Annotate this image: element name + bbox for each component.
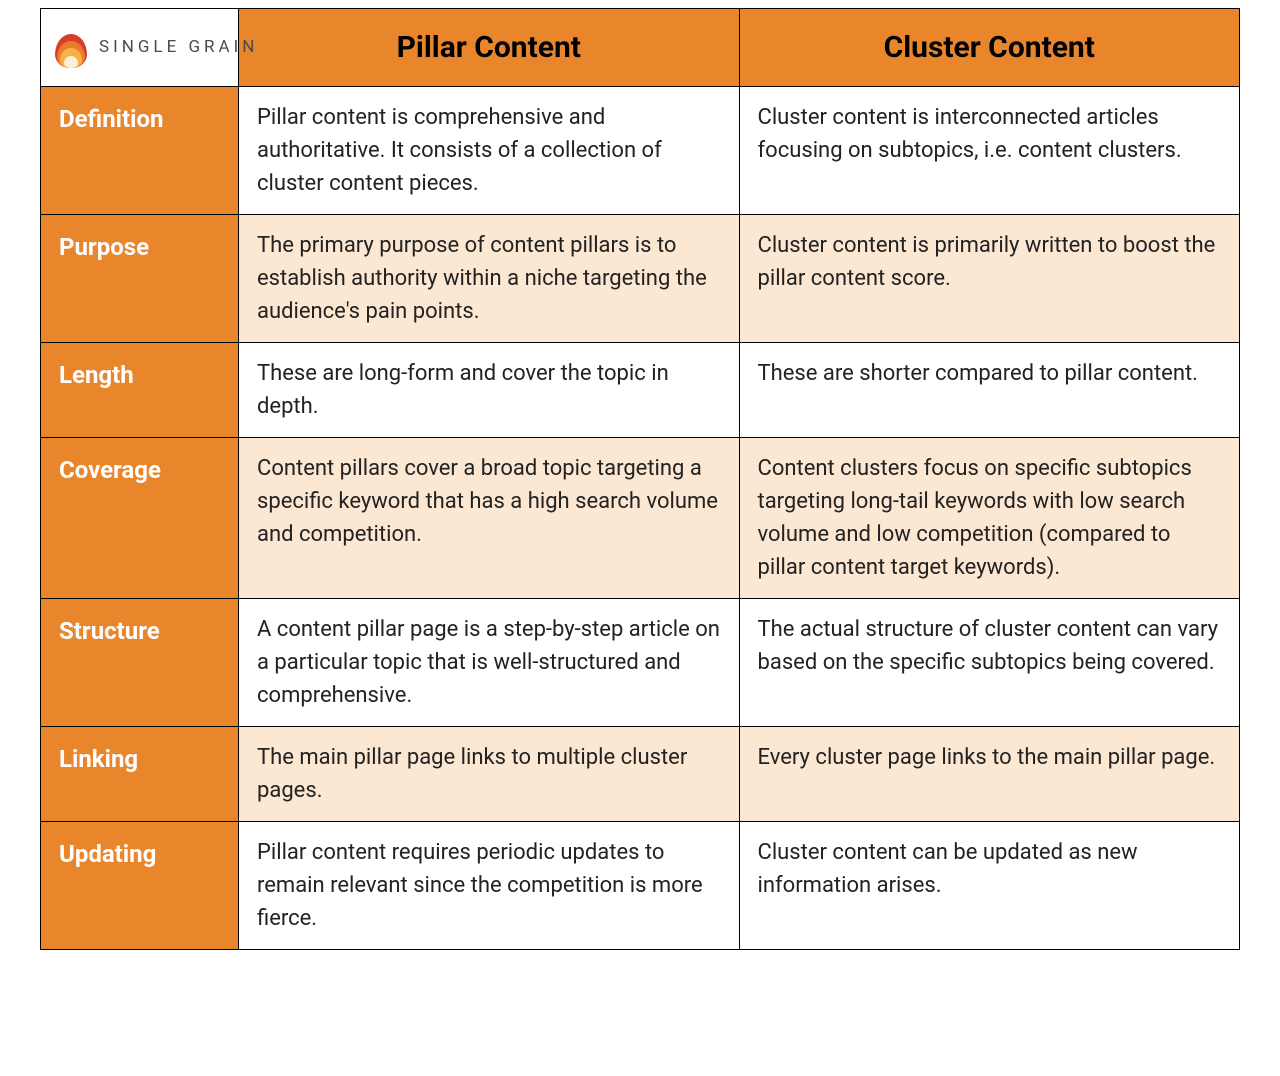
row-label: Structure [41,599,239,727]
cell-cluster: Cluster content is primarily written to … [739,215,1240,343]
cell-cluster: Cluster content is interconnected articl… [739,87,1240,215]
cell-cluster: Every cluster page links to the main pil… [739,727,1240,822]
cell-cluster: The actual structure of cluster content … [739,599,1240,727]
cell-cluster: Content clusters focus on specific subto… [739,438,1240,599]
table-row: Purpose The primary purpose of content p… [41,215,1240,343]
cell-cluster: Cluster content can be updated as new in… [739,822,1240,950]
table-row: Updating Pillar content requires periodi… [41,822,1240,950]
brand: SINGLE GRAIN [41,16,238,80]
cell-pillar: Pillar content requires periodic updates… [239,822,740,950]
brand-name: SINGLE GRAIN [99,35,258,61]
col-header-pillar: Pillar Content [239,9,740,87]
row-label: Coverage [41,438,239,599]
row-label: Purpose [41,215,239,343]
table-body: Definition Pillar content is comprehensi… [41,87,1240,950]
row-label: Definition [41,87,239,215]
table-header-row: SINGLE GRAIN Pillar Content Cluster Cont… [41,9,1240,87]
comparison-table: SINGLE GRAIN Pillar Content Cluster Cont… [40,8,1240,950]
cell-cluster: These are shorter compared to pillar con… [739,343,1240,438]
single-grain-logo-icon [55,28,87,68]
table-row: Structure A content pillar page is a ste… [41,599,1240,727]
cell-pillar: These are long-form and cover the topic … [239,343,740,438]
brand-cell: SINGLE GRAIN [41,9,239,87]
table-row: Linking The main pillar page links to mu… [41,727,1240,822]
row-label: Updating [41,822,239,950]
cell-pillar: The main pillar page links to multiple c… [239,727,740,822]
cell-pillar: Content pillars cover a broad topic targ… [239,438,740,599]
cell-pillar: A content pillar page is a step-by-step … [239,599,740,727]
cell-pillar: Pillar content is comprehensive and auth… [239,87,740,215]
col-header-cluster: Cluster Content [739,9,1240,87]
comparison-table-wrapper: SINGLE GRAIN Pillar Content Cluster Cont… [0,0,1280,974]
row-label: Length [41,343,239,438]
table-row: Coverage Content pillars cover a broad t… [41,438,1240,599]
table-row: Definition Pillar content is comprehensi… [41,87,1240,215]
table-row: Length These are long-form and cover the… [41,343,1240,438]
cell-pillar: The primary purpose of content pillars i… [239,215,740,343]
row-label: Linking [41,727,239,822]
